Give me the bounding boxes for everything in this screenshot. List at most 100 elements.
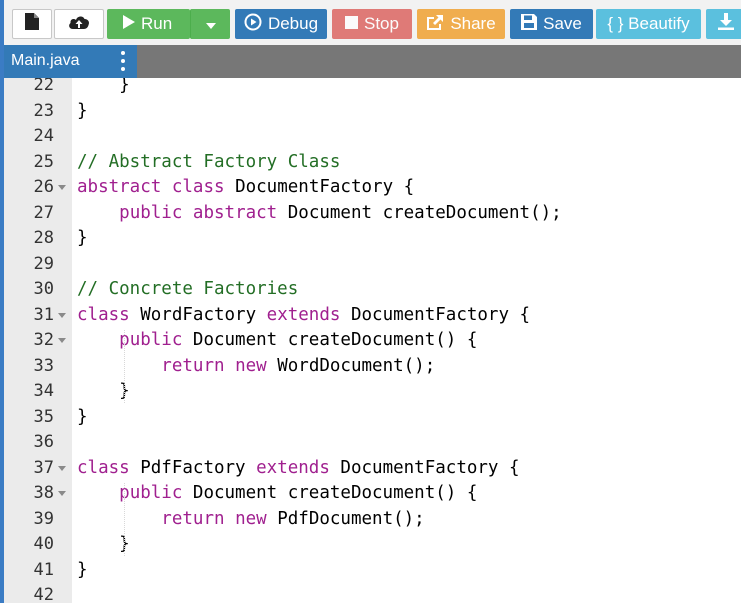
indent-guide bbox=[124, 330, 125, 403]
upload-button[interactable] bbox=[54, 9, 104, 39]
fold-arrow-icon[interactable] bbox=[58, 465, 66, 471]
code-text: } bbox=[77, 405, 88, 431]
line-number: 36 bbox=[33, 432, 54, 452]
line-number: 35 bbox=[33, 406, 54, 427]
share-label: Share bbox=[450, 14, 496, 33]
code-text: } bbox=[77, 226, 88, 252]
code-line[interactable]: 31 class WordFactory extends DocumentFact… bbox=[4, 303, 741, 329]
code-text: // Abstract Factory Class bbox=[77, 150, 340, 176]
code-token: } bbox=[77, 559, 88, 580]
download-button[interactable] bbox=[706, 9, 741, 39]
code-line[interactable]: 27 public abstract Document createDocume… bbox=[4, 201, 741, 227]
stop-square-icon bbox=[345, 14, 358, 34]
fold-arrow-icon[interactable] bbox=[58, 312, 66, 318]
code-line[interactable]: 22 } bbox=[4, 78, 741, 99]
fold-arrow-icon[interactable] bbox=[58, 338, 66, 343]
line-number: 34 bbox=[33, 381, 54, 401]
code-line[interactable]: 33 return new WordDocument(); bbox=[4, 354, 741, 380]
beautify-button[interactable]: { } Beautify bbox=[596, 9, 701, 39]
line-number: 27 bbox=[33, 202, 54, 223]
code-token: } bbox=[77, 78, 130, 95]
code-token: WordFactory bbox=[129, 304, 267, 325]
code-text: public Document createDocument() { bbox=[77, 328, 477, 354]
beautify-label: { } Beautify bbox=[607, 14, 690, 33]
code-line[interactable]: 35} bbox=[4, 405, 741, 431]
line-number: 25 bbox=[33, 151, 54, 172]
code-line[interactable]: 36 bbox=[4, 430, 741, 456]
code-token: DocumentFactory { bbox=[329, 457, 520, 478]
code-line[interactable]: 25 // Abstract Factory Class bbox=[4, 150, 741, 176]
line-number: 42 bbox=[33, 585, 54, 603]
indent-guide bbox=[124, 483, 125, 556]
keyword-token: public bbox=[119, 330, 183, 350]
code-line[interactable]: 23} bbox=[4, 99, 741, 125]
file-tab-bar: Main.java bbox=[4, 45, 741, 78]
stop-button[interactable]: Stop bbox=[332, 9, 412, 39]
fold-arrow-icon[interactable] bbox=[58, 185, 66, 190]
line-number: 41 bbox=[33, 559, 54, 580]
code-text: // Concrete Factories bbox=[77, 277, 298, 303]
code-line[interactable]: 38 public Document createDocument() { bbox=[4, 481, 741, 507]
line-number: 29 bbox=[33, 253, 54, 274]
run-label: Run bbox=[141, 14, 173, 33]
code-editor[interactable]: 22 } 23} 24 25// Abstract Factory Class 26 ab… bbox=[4, 78, 741, 603]
share-icon bbox=[426, 14, 444, 35]
toolbar: Run Debug Stop Share Save { } Beautify bbox=[4, 0, 741, 45]
run-options-dropdown[interactable] bbox=[190, 9, 230, 39]
code-text: return new WordDocument(); bbox=[77, 354, 435, 380]
caret-down-icon bbox=[205, 14, 216, 34]
line-number: 24 bbox=[33, 126, 54, 146]
keyword-token: extends bbox=[266, 304, 341, 325]
tab-label: Main.java bbox=[11, 52, 80, 69]
code-line[interactable]: 30 // Concrete Factories bbox=[4, 277, 741, 303]
code-line[interactable]: 37 class PdfFactory extends DocumentFacto… bbox=[4, 456, 741, 482]
code-token: PdfDocument(); bbox=[266, 508, 425, 529]
line-number: 22 bbox=[33, 78, 54, 95]
code-text: } bbox=[77, 532, 130, 558]
save-button[interactable]: Save bbox=[510, 9, 593, 39]
new-file-button[interactable] bbox=[12, 9, 52, 39]
code-text: } bbox=[77, 99, 88, 125]
keyword-token: public bbox=[119, 483, 183, 503]
fold-arrow-icon[interactable] bbox=[58, 491, 66, 496]
code-line[interactable]: 41} bbox=[4, 558, 741, 584]
code-token: } bbox=[77, 100, 88, 121]
code-text: public Document createDocument() { bbox=[77, 481, 477, 507]
code-token: PdfFactory bbox=[129, 457, 257, 478]
debug-button[interactable]: Debug bbox=[235, 9, 327, 39]
run-button[interactable]: Run bbox=[107, 9, 190, 39]
download-icon bbox=[717, 13, 734, 35]
floppy-disk-icon bbox=[521, 13, 538, 35]
line-number: 38 bbox=[33, 483, 54, 503]
code-token: DocumentFactory { bbox=[340, 304, 531, 325]
keyword-token: class bbox=[77, 457, 130, 478]
code-token: } bbox=[77, 381, 130, 401]
code-line[interactable]: 26 abstract class DocumentFactory { bbox=[4, 175, 741, 201]
code-line[interactable]: 34 } bbox=[4, 379, 741, 405]
kebab-menu-icon[interactable] bbox=[116, 49, 130, 73]
code-text: } bbox=[77, 379, 130, 405]
debug-circle-play-icon bbox=[244, 13, 262, 36]
code-text: return new PdfDocument(); bbox=[77, 507, 425, 533]
cloud-upload-icon bbox=[68, 14, 90, 35]
file-icon bbox=[25, 13, 39, 35]
code-line[interactable]: 29 bbox=[4, 252, 741, 278]
stop-label: Stop bbox=[364, 14, 399, 33]
code-line[interactable]: 28} bbox=[4, 226, 741, 252]
share-button[interactable]: Share bbox=[417, 9, 505, 39]
code-line[interactable]: 40 } bbox=[4, 532, 741, 558]
code-token: } bbox=[77, 406, 88, 427]
keyword-token: abstract bbox=[192, 202, 278, 223]
line-number: 23 bbox=[33, 100, 54, 121]
keyword-token: return bbox=[161, 508, 225, 529]
code-line[interactable]: 32 public Document createDocument() { bbox=[4, 328, 741, 354]
code-line[interactable]: 39 return new PdfDocument(); bbox=[4, 507, 741, 533]
keyword-token: class bbox=[77, 304, 130, 325]
tab-main-java[interactable]: Main.java bbox=[4, 45, 137, 78]
code-text: public abstract Document createDocument(… bbox=[77, 201, 562, 227]
keyword-token: extends bbox=[256, 457, 330, 478]
code-line[interactable]: 42 bbox=[4, 583, 741, 603]
code-line[interactable]: 24 bbox=[4, 124, 741, 150]
keyword-token: abstract bbox=[77, 177, 162, 197]
